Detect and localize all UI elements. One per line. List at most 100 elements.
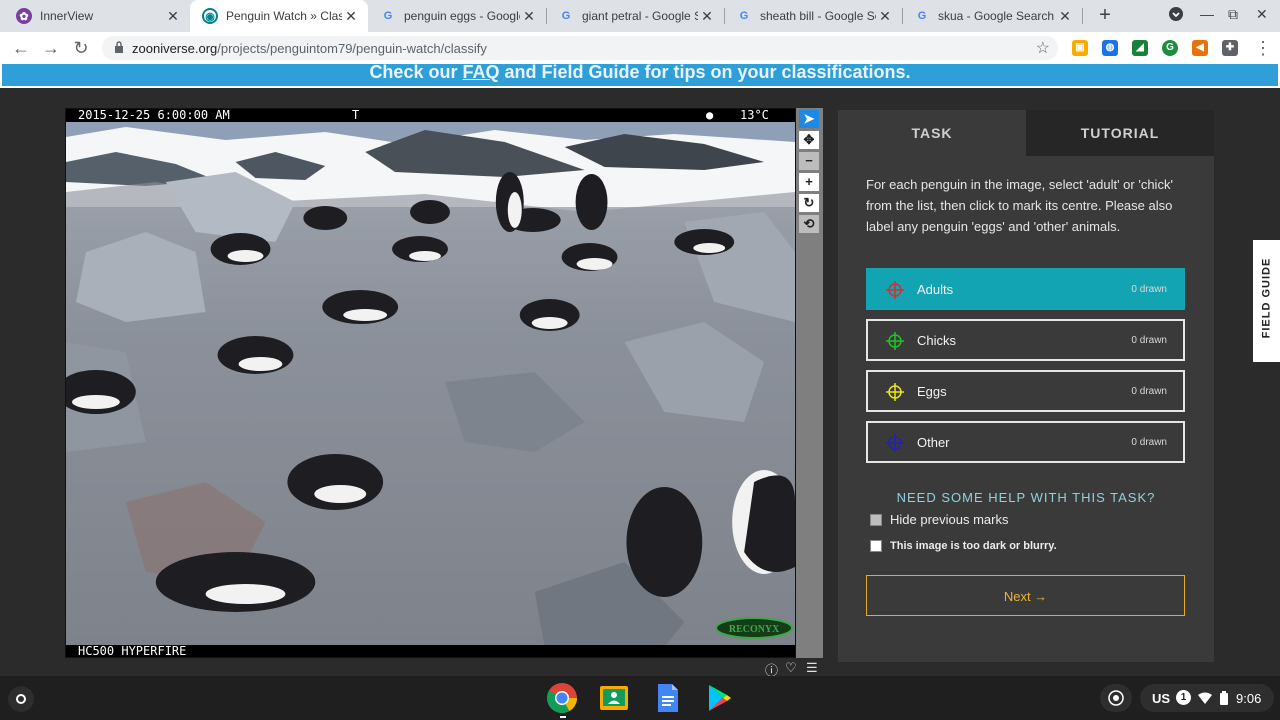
checkbox-box[interactable] — [870, 513, 882, 526]
tab-penguin-eggs[interactable]: G penguin eggs - Google Search ✕ — [368, 0, 546, 32]
google-classroom-icon[interactable] — [598, 682, 630, 714]
notification-count-badge: 1 — [1176, 690, 1191, 705]
extension-icon-3[interactable]: ◢ — [1132, 40, 1148, 56]
tab-tutorial[interactable]: TUTORIAL — [1026, 110, 1214, 156]
tool-chicks-button[interactable]: Chicks 0 drawn — [866, 319, 1185, 361]
url-text: zooniverse.org/projects/penguintom79/pen… — [132, 41, 487, 56]
tab-giant-petral[interactable]: G giant petral - Google Search ✕ — [546, 0, 724, 32]
tool-count: 0 drawn — [1131, 284, 1167, 295]
chromeos-shelf: US 1 9:06 — [0, 676, 1280, 720]
launcher-icon[interactable] — [8, 686, 34, 712]
keyboard-locale: US — [1152, 691, 1171, 706]
checkbox-box[interactable] — [870, 540, 882, 552]
tab-search-icon[interactable] — [1168, 6, 1184, 25]
rotate-icon[interactable]: ↻ — [799, 194, 819, 212]
restore-icon[interactable]: ⧉ — [1228, 6, 1238, 23]
bookmark-star-icon[interactable]: ☆ — [1036, 38, 1050, 58]
help-link[interactable]: NEED SOME HELP WITH THIS TASK? — [838, 490, 1214, 505]
next-button[interactable]: Next → — [866, 575, 1185, 616]
subject-image-viewer[interactable]: 2015-12-25 6:00:00 AM T ● 13°C RECONYX H… — [65, 108, 796, 658]
adults-marker-icon — [886, 281, 904, 299]
close-window-icon[interactable]: ✕ — [1256, 6, 1268, 23]
tab-innerview[interactable]: ✿ InnerView ✕ — [4, 0, 190, 32]
faq-link[interactable]: FAQ — [462, 64, 499, 82]
page-banner: Check our FAQ and Field Guide for tips o… — [0, 64, 1280, 88]
close-icon[interactable]: ✕ — [520, 8, 538, 25]
field-guide-tab[interactable]: FIELD GUIDE — [1253, 240, 1280, 362]
extensions-puzzle-icon[interactable]: ✚ — [1222, 40, 1238, 56]
tab-title: InnerView — [40, 9, 94, 23]
google-icon: G — [917, 10, 927, 22]
innerview-icon: ✿ — [16, 8, 32, 24]
reload-icon[interactable]: ↻ — [70, 37, 92, 59]
grammarly-icon[interactable]: G — [1162, 40, 1178, 56]
chrome-icon[interactable] — [546, 682, 578, 714]
clock-time: 9:06 — [1236, 691, 1262, 706]
tool-eggs-button[interactable]: Eggs 0 drawn — [866, 370, 1185, 412]
banner-text: and Field Guide for tips on your classif… — [499, 64, 911, 82]
moon-phase-icon: ● — [706, 108, 714, 122]
google-docs-icon[interactable] — [651, 682, 683, 714]
address-bar[interactable]: zooniverse.org/projects/penguintom79/pen… — [102, 36, 1058, 60]
reconyx-logo: RECONYX — [715, 617, 794, 639]
close-icon[interactable]: ✕ — [342, 8, 360, 25]
extension-icon-2[interactable]: ◍ — [1102, 40, 1118, 56]
tool-adults-button[interactable]: Adults 0 drawn — [866, 268, 1185, 310]
close-icon[interactable]: ✕ — [1056, 8, 1074, 25]
collections-list-icon[interactable]: ☰ — [806, 660, 818, 676]
tool-label: Other — [917, 435, 950, 450]
zooniverse-icon: ◉ — [202, 8, 218, 24]
too-dark-checkbox[interactable]: This image is too dark or blurry. — [870, 540, 1057, 552]
pointer-tool-icon[interactable]: ➤ — [799, 110, 819, 128]
browser-toolbar: ← → ↻ zooniverse.org/projects/penguintom… — [0, 32, 1280, 64]
extension-icon-1[interactable]: ▣ — [1072, 40, 1088, 56]
other-marker-icon — [886, 434, 904, 452]
menu-kebab-icon[interactable]: ⋮ — [1252, 37, 1274, 59]
close-icon[interactable]: ✕ — [876, 8, 894, 25]
close-icon[interactable]: ✕ — [698, 8, 716, 25]
tab-penguin-watch[interactable]: ◉ Penguin Watch » Classify ✕ — [190, 0, 368, 32]
google-icon: G — [739, 10, 749, 22]
zoom-in-icon[interactable]: + — [799, 173, 819, 191]
reconyx-logo-text: RECONYX — [729, 624, 780, 635]
tab-strip: ✿ InnerView ✕ ◉ Penguin Watch » Classify… — [0, 0, 1280, 32]
banner-text: Check our — [369, 64, 463, 82]
camera-temperature: 13°C — [740, 108, 769, 122]
pan-move-icon[interactable]: ✥ — [799, 131, 819, 149]
tab-skua[interactable]: G skua - Google Search ✕ — [902, 0, 1082, 32]
tab-title: penguin eggs - Google Search — [404, 9, 520, 23]
tool-label: Adults — [917, 282, 954, 297]
url-domain: zooniverse.org — [132, 41, 218, 56]
system-tray[interactable]: US 1 9:06 — [1140, 684, 1274, 712]
classify-page: 2015-12-25 6:00:00 AM T ● 13°C RECONYX H… — [0, 88, 1280, 678]
tab-sheath-bill[interactable]: G sheath bill - Google Search ✕ — [724, 0, 902, 32]
task-instructions: For each penguin in the image, select 'a… — [866, 177, 1173, 234]
url-path: /projects/penguintom79/penguin-watch/cla… — [217, 41, 487, 56]
select-to-speak-icon — [1108, 690, 1124, 706]
eggs-marker-icon — [886, 383, 904, 401]
zoom-out-icon[interactable]: − — [799, 152, 819, 170]
megaphone-icon[interactable]: ◀ — [1192, 40, 1208, 56]
battery-icon — [1220, 691, 1228, 705]
tab-title: giant petral - Google Search — [582, 9, 698, 23]
back-icon[interactable]: ← — [10, 37, 32, 59]
new-tab-button[interactable]: + — [1094, 4, 1116, 26]
camera-model-bar: HC500 HYPERFIRE — [66, 645, 795, 657]
minimize-icon[interactable]: — — [1200, 6, 1214, 22]
reset-icon[interactable]: ⟲ — [799, 215, 819, 233]
too-dark-label: This image is too dark or blurry. — [890, 540, 1057, 552]
hide-marks-checkbox[interactable]: Hide previous marks — [870, 512, 1009, 527]
task-panel: TASK TUTORIAL For each penguin in the im… — [838, 110, 1214, 662]
tab-title: skua - Google Search — [938, 9, 1055, 23]
select-to-speak-button[interactable] — [1100, 684, 1132, 712]
tab-title: Penguin Watch » Classify — [226, 9, 342, 23]
tab-separator — [1082, 8, 1083, 24]
forward-icon[interactable]: → — [40, 37, 62, 59]
tool-other-button[interactable]: Other 0 drawn — [866, 421, 1185, 463]
faq-banner: Check our FAQ and Field Guide for tips o… — [2, 64, 1278, 86]
tab-task[interactable]: TASK — [838, 110, 1026, 156]
close-icon[interactable]: ✕ — [164, 8, 182, 25]
tool-label: Eggs — [917, 384, 947, 399]
google-play-icon[interactable] — [703, 682, 735, 714]
favorite-heart-icon[interactable]: ♡ — [785, 660, 797, 676]
